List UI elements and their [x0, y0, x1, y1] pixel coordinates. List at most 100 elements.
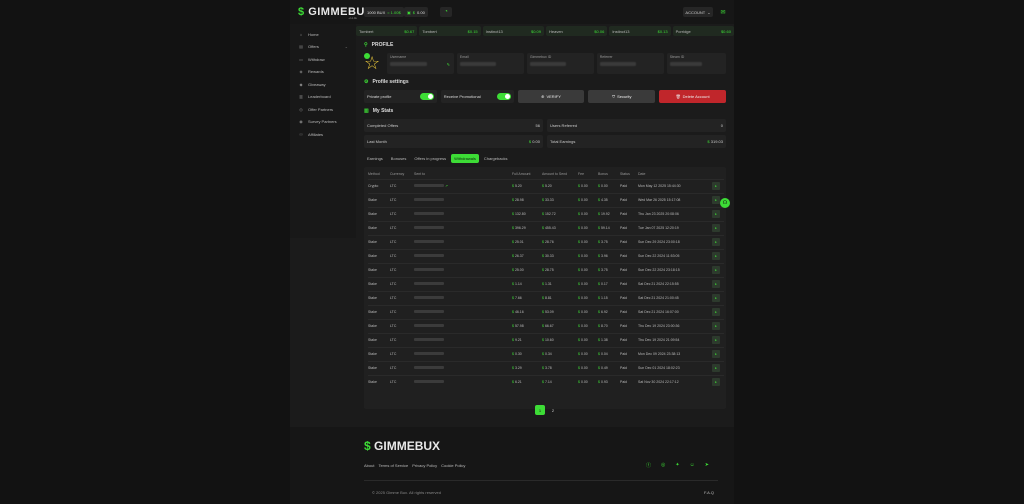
partners-icon: ◎ — [299, 106, 303, 112]
col-sent-to[interactable]: Sent to — [414, 170, 512, 179]
twitter-icon[interactable]: ✦ — [675, 462, 679, 469]
cell-status: Paid — [620, 178, 638, 193]
sidebar-item-rewards[interactable]: ◈ Rewards — [290, 66, 356, 79]
facebook-icon[interactable]: ⓕ — [646, 462, 651, 469]
external-link-icon[interactable]: ↗ — [445, 184, 448, 188]
footer-faq-link[interactable]: F.A.Q — [704, 490, 714, 495]
sidebar-item-offers[interactable]: ▤ Offers ⌄ — [290, 41, 356, 54]
tab-earnings[interactable]: Earnings — [364, 154, 386, 163]
stat-users-referred: Users Referred 0 — [547, 119, 726, 132]
page-button[interactable]: 2 — [548, 405, 558, 415]
promotional-toggle[interactable] — [496, 93, 511, 100]
edit-icon[interactable]: ✎ — [447, 62, 450, 67]
footer-link-terms[interactable]: Terms of Service — [378, 463, 408, 468]
details-icon[interactable]: ▸ — [712, 308, 720, 316]
discord-icon[interactable]: ☺ — [690, 462, 695, 469]
details-icon[interactable]: ▸ — [712, 364, 720, 372]
balance-bux: 1000 BUX — [367, 9, 386, 15]
details-icon[interactable]: ▸ — [712, 322, 720, 330]
cell-fee: $ 0.00 — [578, 206, 598, 221]
user-icon: ⚲ — [364, 42, 368, 48]
cell-bonus: $ 19.92 — [598, 206, 620, 221]
cell-fee: $ 0.00 — [578, 290, 598, 305]
footer-logo[interactable]: $ GIMMEBUX — [364, 439, 440, 453]
details-icon[interactable]: ▸ — [712, 280, 720, 288]
cell-full-amount: $ 3.29 — [512, 360, 542, 375]
details-icon[interactable]: ▸ — [712, 252, 720, 260]
col-fee[interactable]: Fee — [578, 170, 598, 179]
sidebar-item-withdraw[interactable]: ▭ Withdraw — [290, 53, 356, 66]
level-badge — [364, 53, 370, 59]
delete-account-button[interactable]: 🗑 Delete Account — [659, 90, 726, 103]
chat-icon[interactable]: ✉ — [717, 7, 729, 17]
details-icon[interactable]: ▸ — [712, 210, 720, 218]
details-icon[interactable]: ▸ — [712, 224, 720, 232]
details-icon[interactable]: ▸ — [712, 196, 720, 204]
cell-currency: LTC — [390, 318, 414, 333]
cell-method: Stake — [368, 290, 390, 305]
footer-link-about[interactable]: About — [364, 463, 374, 468]
col-bonus[interactable]: Bonus — [598, 170, 620, 179]
footer-link-privacy[interactable]: Privacy Policy — [412, 463, 437, 468]
account-dropdown[interactable]: ACCOUNT ⌄ — [683, 7, 713, 17]
profile-header: ⚲ PROFILE — [364, 42, 394, 48]
verify-button[interactable]: ⊕ VERIFY — [517, 90, 585, 103]
home-icon: ⌂ — [299, 31, 303, 37]
sidebar-item-affiliates[interactable]: ⚇ Affiliates — [290, 128, 356, 141]
details-icon[interactable]: ▸ — [712, 378, 720, 387]
details-icon[interactable]: ▸ — [712, 182, 720, 190]
details-icon[interactable]: ▸ — [712, 336, 720, 344]
col-status[interactable]: Status — [620, 170, 638, 179]
details-icon[interactable]: ▸ — [712, 238, 720, 246]
cell-date: Sat Dec 21 2024 22:15:55 — [638, 276, 712, 291]
table-row: Stake LTC $ 26.37 $ 30.33 $ 0.00 $ 3.96 Paid Su… — [368, 248, 724, 263]
tab-withdrawals[interactable]: Withdrawals — [451, 154, 479, 163]
footer-link-cookie[interactable]: Cookie Policy — [441, 463, 465, 468]
security-button[interactable]: ⛉ Security — [588, 90, 656, 103]
cell-amount-to-send: $ 53.09 — [542, 304, 578, 319]
tab-offers-in-progress[interactable]: Offers in progress — [411, 154, 449, 163]
cell-bonus: $ 1.38 — [598, 332, 620, 347]
leaderboard-icon: ▥ — [299, 94, 303, 100]
col-currency[interactable]: Currency — [390, 170, 414, 179]
notifications-icon[interactable]: ◔ — [440, 7, 452, 17]
brand-logo[interactable]: $ GIMMEBUX .com — [298, 6, 373, 20]
sidebar-item-survey-partners[interactable]: ◉ Survey Partners — [290, 116, 356, 129]
cell-sent-to — [414, 318, 512, 333]
instagram-icon[interactable]: ◎ — [661, 462, 665, 469]
cell-sent-to — [414, 206, 512, 221]
wallet-pill[interactable]: ▣ $0.00 — [404, 7, 428, 17]
username-field[interactable]: Username ✎ — [387, 53, 454, 74]
sidebar-item-giveaway[interactable]: ◆ Giveaway — [290, 78, 356, 91]
col-date[interactable]: Date — [638, 170, 712, 179]
cell-amount-to-send: $ 8.81 — [542, 290, 578, 305]
private-profile-toggle[interactable] — [419, 93, 434, 100]
telegram-icon[interactable]: ➤ — [705, 462, 709, 469]
cell-fee: $ 0.00 — [578, 248, 598, 263]
withdrawals-table-container: Method Currency Sent to Full Amount Amou… — [364, 167, 726, 409]
ticker-item: Porridge $0.60 — [672, 26, 734, 36]
support-chat-icon[interactable]: ☊ — [720, 198, 730, 208]
sidebar-item-offer-partners[interactable]: ◎ Offer Partners — [290, 103, 356, 116]
cell-fee: $ 0.00 — [578, 276, 598, 291]
sidebar-item-leaderboard[interactable]: ▥ Leaderboard — [290, 91, 356, 104]
cell-currency: LTC — [390, 206, 414, 221]
col-full-amount[interactable]: Full Amount — [512, 170, 542, 179]
cell-date: Sat Dec 21 2024 16:07:00 — [638, 304, 712, 319]
balance-pill[interactable]: 1000 BUX = 1.00$ — [364, 7, 404, 17]
details-icon[interactable]: ▸ — [712, 294, 720, 302]
tab-chargebacks[interactable]: Chargebacks — [481, 154, 511, 163]
details-icon[interactable]: ▸ — [712, 350, 720, 358]
col-method[interactable]: Method — [368, 170, 390, 179]
tab-bonuses[interactable]: Bonuses — [388, 154, 410, 163]
sidebar-item-home[interactable]: ⌂ Home — [290, 28, 356, 41]
cell-bonus: $ 3.75 — [598, 262, 620, 277]
giveaway-icon: ◆ — [299, 81, 303, 87]
footer: $ GIMMEBUX About Terms of Service Privac… — [290, 427, 734, 504]
cell-status: Paid — [620, 290, 638, 305]
col-amount-to-send[interactable]: Amount to Send — [542, 170, 578, 179]
cell-amount-to-send: $ 5.20 — [542, 178, 578, 193]
cell-status: Paid — [620, 360, 638, 375]
page-button[interactable]: 1 — [535, 405, 545, 415]
details-icon[interactable]: ▸ — [712, 266, 720, 274]
